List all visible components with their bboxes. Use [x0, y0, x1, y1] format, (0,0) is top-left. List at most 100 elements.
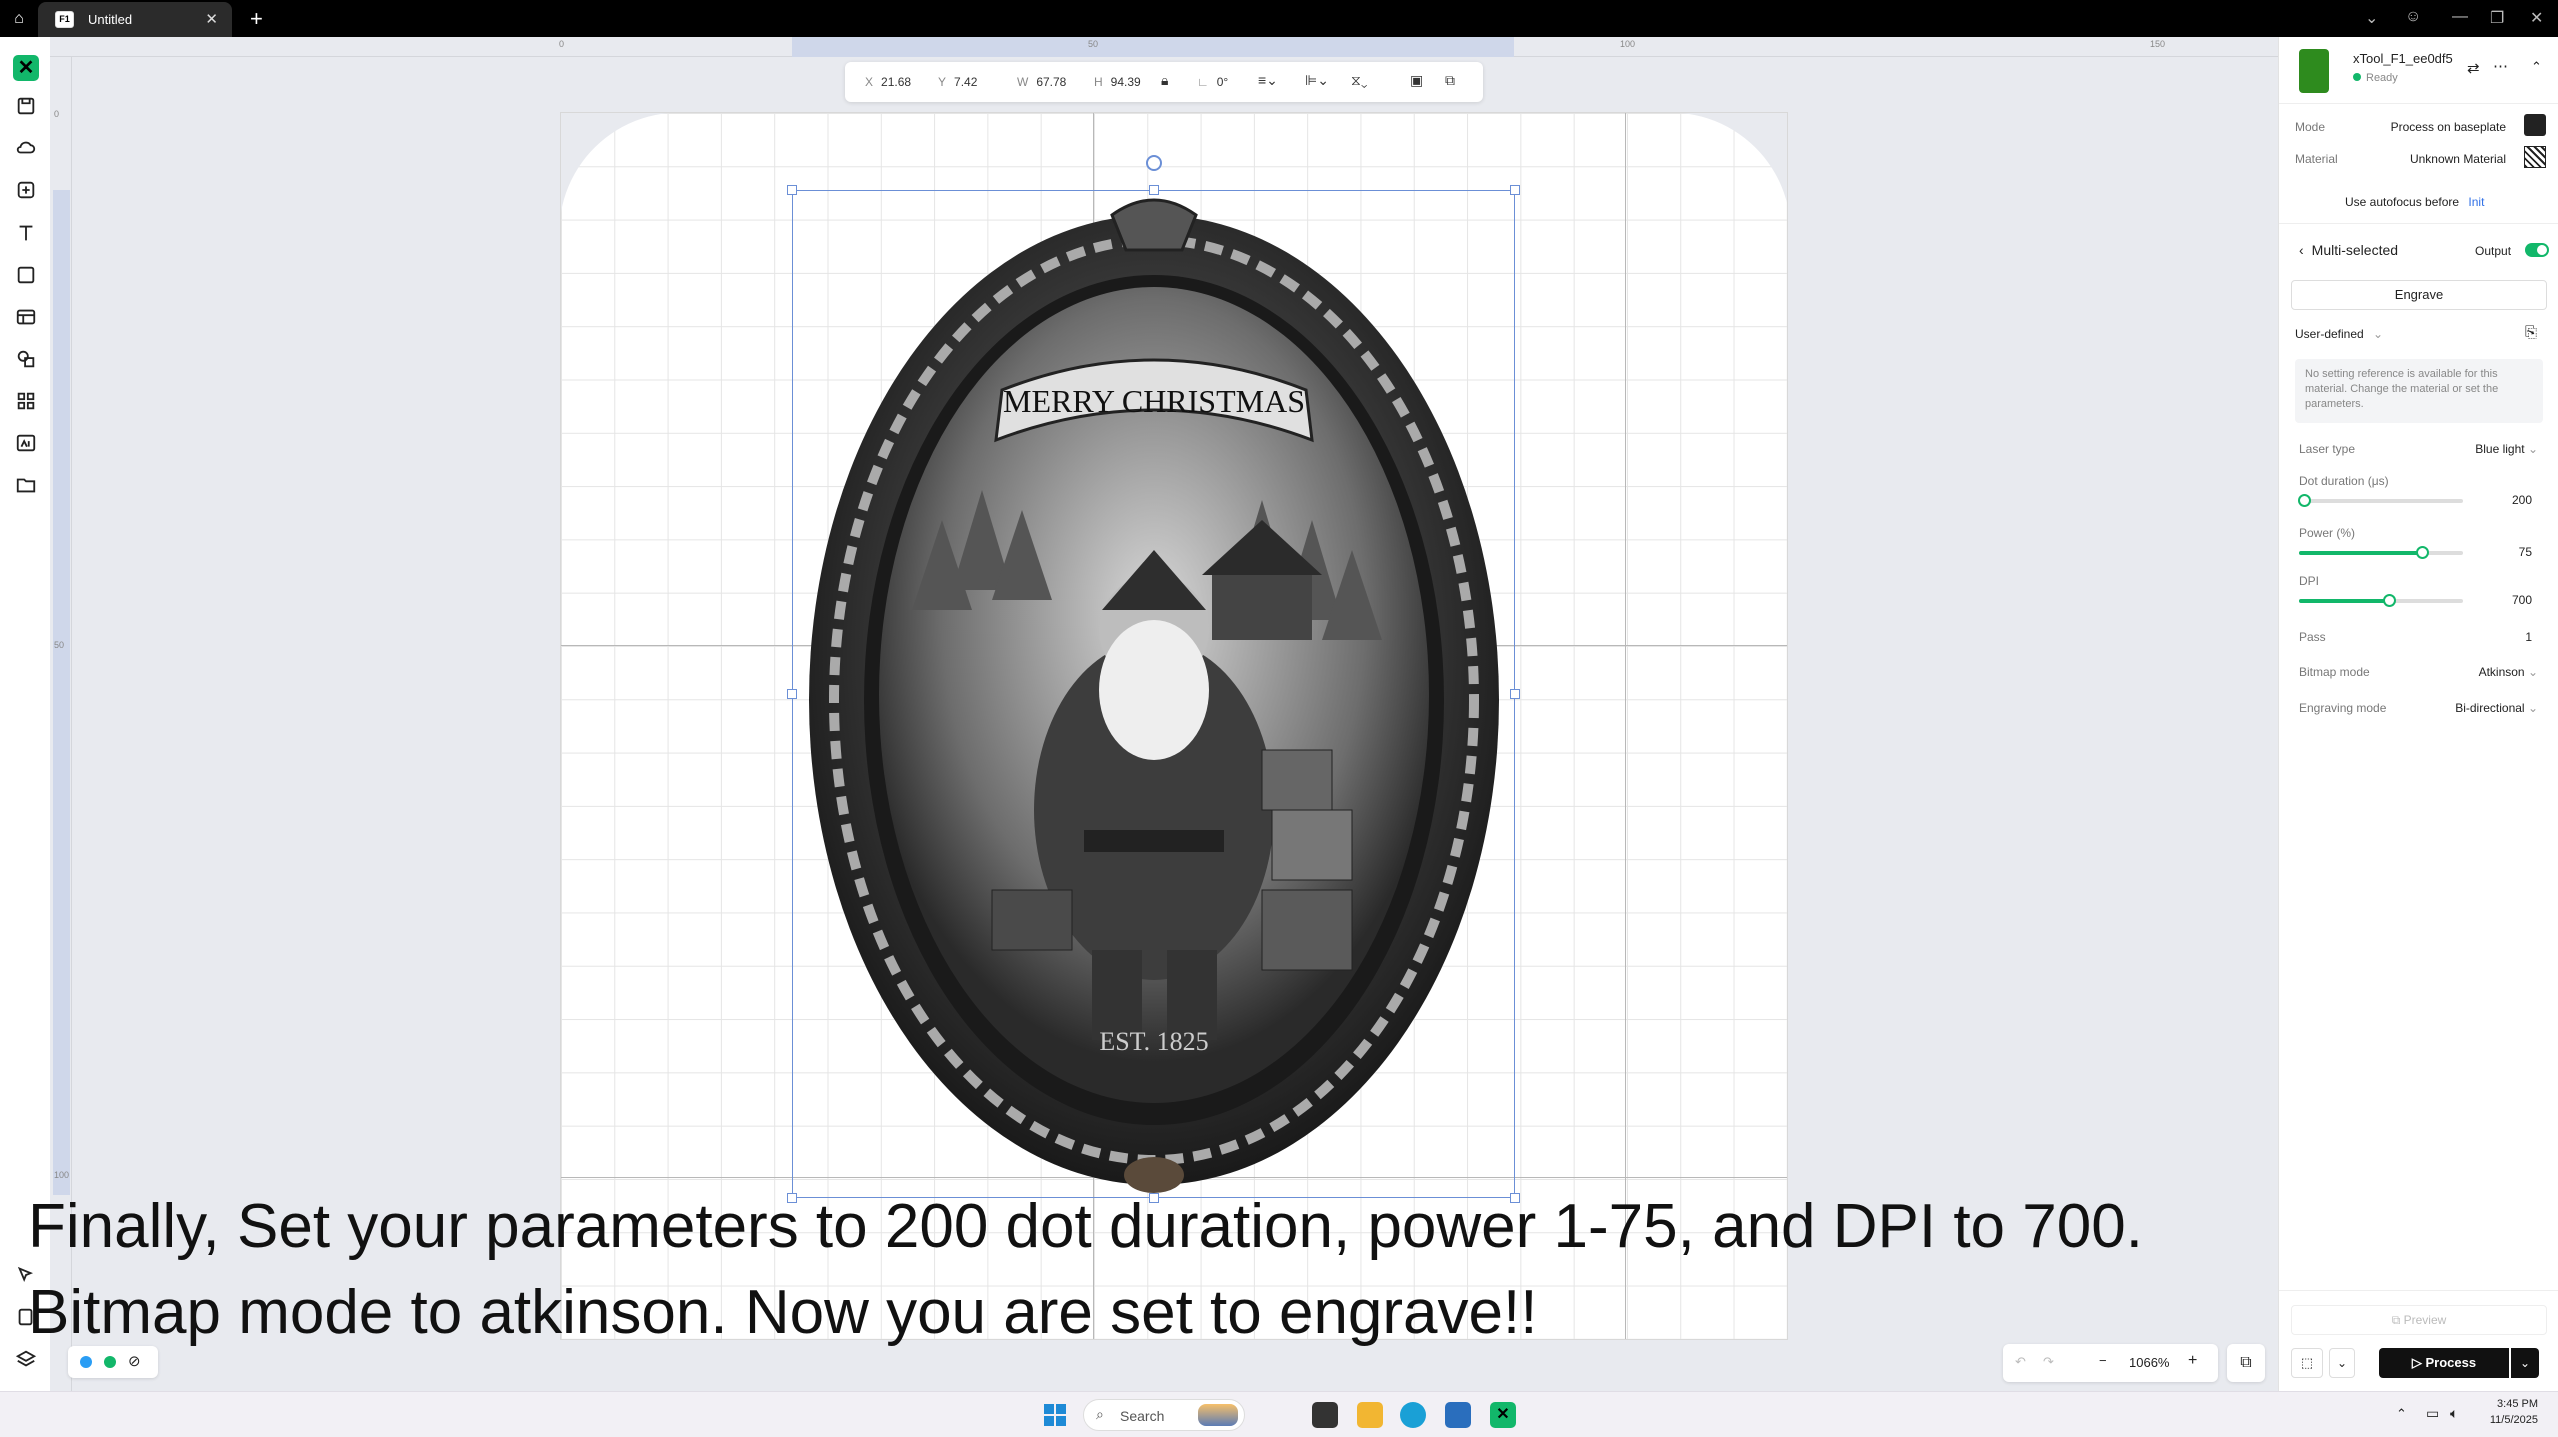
bitmap-mode-row[interactable]: Bitmap mode Atkinson ⌄ — [2299, 665, 2538, 679]
camera-status-icon[interactable] — [80, 1356, 92, 1368]
ai-image-icon[interactable] — [13, 430, 39, 456]
engraving-mode-row[interactable]: Engraving mode Bi-directional ⌄ — [2299, 701, 2538, 715]
volume-icon[interactable]: 🔈︎ — [2450, 1405, 2458, 1422]
taskbar-search[interactable]: ⌕ Search — [1083, 1399, 1245, 1431]
rotate-handle-icon[interactable] — [1146, 155, 1162, 171]
resize-handle[interactable] — [1149, 185, 1159, 195]
edge-browser-icon[interactable] — [1400, 1402, 1426, 1428]
xtool-taskbar-icon[interactable]: ✕ — [1490, 1402, 1516, 1428]
dot-duration-value[interactable]: 200 — [2512, 493, 2532, 507]
new-tab-icon[interactable]: + — [250, 6, 263, 32]
tab-label: Untitled — [88, 12, 133, 27]
text-icon[interactable] — [13, 220, 39, 246]
selection-box[interactable] — [792, 190, 1515, 1198]
resize-handle[interactable] — [1510, 185, 1520, 195]
redo-icon[interactable]: ↷ — [2043, 1354, 2054, 1370]
init-link[interactable]: Init — [2468, 195, 2484, 209]
output-toggle[interactable] — [2525, 243, 2549, 257]
template-icon[interactable] — [13, 304, 39, 330]
width-field[interactable]: W 67.78 — [1017, 75, 1066, 89]
resize-handle[interactable] — [787, 689, 797, 699]
tab-untitled[interactable]: F1 Untitled ✕ — [38, 2, 232, 37]
ruler-left-label: 0 — [54, 109, 60, 119]
height-field[interactable]: H 94.39 — [1094, 75, 1141, 89]
engrave-button[interactable]: Engrave — [2291, 280, 2547, 310]
play-icon: ▷ — [2411, 1355, 2426, 1370]
task-view-icon[interactable] — [1312, 1402, 1338, 1428]
output-label: Output — [2475, 244, 2512, 258]
mode-row[interactable]: Mode Process on baseplate — [2295, 120, 2542, 134]
y-field[interactable]: Y 7.42 — [938, 75, 977, 89]
dpi-value[interactable]: 700 — [2512, 593, 2532, 607]
save-preset-icon[interactable]: ⎘ — [2525, 324, 2537, 341]
resize-handle[interactable] — [1510, 689, 1520, 699]
account-icon[interactable]: ☺ — [2405, 8, 2421, 26]
tray-chevron-icon[interactable]: ⌃ — [2396, 1406, 2407, 1422]
add-icon[interactable] — [13, 177, 39, 203]
device-icon — [2299, 49, 2329, 93]
caption-line-2: Bitmap mode to atkinson. Now you are set… — [28, 1278, 1538, 1347]
dot-duration-slider[interactable] — [2297, 494, 2463, 507]
more-icon[interactable]: ⋯ — [2493, 57, 2508, 75]
ruler-top-label: 150 — [2150, 39, 2166, 49]
dot-duration-label: Dot duration (μs) — [2299, 474, 2389, 488]
photos-icon[interactable] — [1445, 1402, 1471, 1428]
collapse-icon[interactable]: ⌃ — [2531, 59, 2542, 75]
apps-icon[interactable] — [13, 388, 39, 414]
windows-start-icon[interactable] — [1044, 1404, 1066, 1426]
material-icon[interactable] — [2524, 146, 2546, 168]
chevron-down-icon[interactable]: ⌄ — [2365, 8, 2378, 28]
resize-handle[interactable] — [787, 185, 797, 195]
clock-time[interactable]: 3:45 PM — [2488, 1398, 2538, 1410]
elements-icon[interactable] — [13, 346, 39, 372]
frame-dropdown-icon[interactable]: ⌄ — [2329, 1348, 2355, 1378]
pass-row[interactable]: Pass 1 — [2299, 630, 2532, 644]
xtool-logo-icon: ✕ — [13, 55, 39, 81]
rotation-field[interactable]: ∟ 0° — [1197, 75, 1228, 89]
arrange-icon[interactable]: ≡⌄ — [1258, 72, 1278, 89]
close-window-icon[interactable]: ✕ — [2530, 8, 2543, 28]
lock-ratio-icon[interactable]: 🔒︎ — [1161, 72, 1168, 89]
title-bar: ⌂ F1 Untitled ✕ + ⌄ ☺ — ❐ ✕ — [0, 0, 2558, 37]
file-explorer-icon[interactable] — [1357, 1402, 1383, 1428]
device-name: xTool_F1_ee0df5 — [2353, 51, 2453, 66]
switch-device-icon[interactable]: ⇄ — [2467, 59, 2480, 77]
clock-date[interactable]: 11/5/2025 — [2482, 1414, 2538, 1426]
preview-button[interactable]: ⧉ Preview — [2291, 1305, 2547, 1335]
network-icon[interactable]: ▭ — [2426, 1405, 2439, 1422]
zoom-value[interactable]: 1066% — [2129, 1355, 2169, 1370]
search-icon: ⌕ — [1096, 1406, 1104, 1422]
baseplate-icon[interactable] — [2524, 114, 2546, 136]
save-icon[interactable] — [13, 93, 39, 119]
notice-box: No setting reference is available for th… — [2295, 359, 2543, 423]
cloud-icon[interactable] — [13, 134, 39, 160]
material-row[interactable]: Material Unknown Material — [2295, 152, 2542, 166]
ruler-left-label: 100 — [54, 1170, 70, 1180]
group-icon[interactable]: ▣ — [1410, 72, 1423, 89]
process-dropdown-icon[interactable]: ⌄ — [2511, 1348, 2539, 1378]
multi-selected-header[interactable]: ‹ Multi-selected — [2299, 242, 2398, 258]
flip-icon[interactable]: ⧖⌄ — [1351, 72, 1367, 89]
laser-type-row[interactable]: Laser type Blue light ⌄ — [2299, 442, 2538, 456]
shape-icon[interactable] — [13, 262, 39, 288]
windows-taskbar: ⌕ Search ✕ ⌃ ▭ 🔈︎ 3:45 PM 11/5/2025 — [0, 1391, 2558, 1437]
power-value[interactable]: 75 — [2519, 545, 2532, 559]
home-icon[interactable]: ⌂ — [8, 8, 30, 30]
x-field[interactable]: X 21.68 — [865, 75, 911, 89]
connection-status-icon[interactable] — [104, 1356, 116, 1368]
maximize-icon[interactable]: ❐ — [2490, 8, 2504, 28]
search-highlight-icon — [1198, 1404, 1238, 1426]
process-button[interactable]: ▷ Process — [2379, 1348, 2509, 1378]
close-tab-icon[interactable]: ✕ — [205, 10, 218, 28]
undo-icon[interactable]: ↶ — [2015, 1354, 2026, 1370]
preset-select[interactable]: User-defined ⌄ — [2295, 327, 2383, 341]
minimize-icon[interactable]: — — [2452, 8, 2468, 26]
power-slider[interactable] — [2299, 546, 2463, 559]
app-tab-icon: F1 — [55, 11, 74, 28]
tutorial-caption: Finally, Set your parameters to 200 dot … — [28, 1184, 2328, 1356]
folder-icon[interactable] — [13, 472, 39, 498]
dpi-slider[interactable] — [2299, 594, 2463, 607]
align-icon[interactable]: ⊫⌄ — [1305, 72, 1329, 89]
property-toolbar: X 21.68 Y 7.42 W 67.78 H 94.39 🔒︎ ∟ 0° ≡⌄ ⊫⌄ … — [845, 62, 1483, 102]
ungroup-icon[interactable]: ⧉ — [1445, 72, 1455, 89]
